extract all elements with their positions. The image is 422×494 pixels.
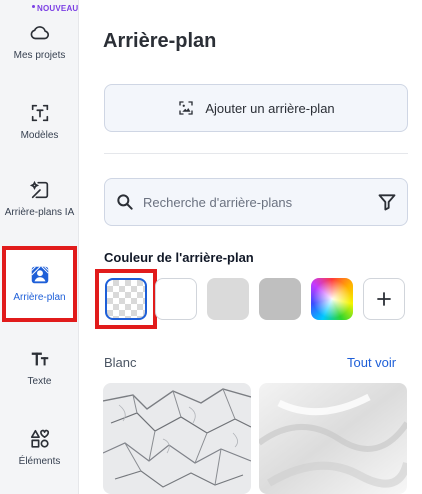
background-icon xyxy=(30,266,49,284)
swatch-gray[interactable] xyxy=(259,278,301,320)
app-window: NOUVEAU Mes projets Modèles Arrière-plan… xyxy=(0,0,422,494)
color-picker-swatch[interactable] xyxy=(311,278,353,320)
swatch-transparent[interactable] xyxy=(105,278,147,320)
add-color-button[interactable] xyxy=(363,278,405,320)
sidebar-item-background[interactable]: Arrière-plan xyxy=(2,246,77,322)
sidebar-item-label: Modèles xyxy=(20,130,59,141)
elements-icon xyxy=(30,429,49,448)
text-icon xyxy=(31,352,48,366)
ai-background-icon xyxy=(29,180,48,199)
sidebar-item-my-projects[interactable]: Mes projets xyxy=(0,22,79,61)
search-bar xyxy=(104,178,408,226)
sidebar-item-ai-backgrounds[interactable]: Arrière-plans IA xyxy=(0,179,79,218)
search-input[interactable] xyxy=(143,194,377,210)
filter-icon[interactable] xyxy=(377,192,397,212)
new-badge: NOUVEAU xyxy=(32,4,78,13)
see-all-link[interactable]: Tout voir xyxy=(347,355,396,370)
divider xyxy=(104,153,408,154)
sidebar-item-label: Éléments xyxy=(18,456,61,467)
background-thumbnail-cracked-white[interactable] xyxy=(103,383,251,494)
sidebar-item-label: Mes projets xyxy=(13,50,66,61)
sidebar-item-label: Texte xyxy=(27,376,52,387)
cloud-icon xyxy=(30,26,49,40)
panel-title: Arrière-plan xyxy=(103,30,217,52)
sidebar-item-label: Arrière-plan xyxy=(13,292,66,303)
template-icon xyxy=(31,104,48,122)
background-thumbnail-white-fabric[interactable] xyxy=(259,383,407,494)
sidebar-item-elements[interactable]: Éléments xyxy=(0,428,79,467)
background-color-heading: Couleur de l'arrière-plan xyxy=(104,250,254,265)
swatch-light-gray[interactable] xyxy=(207,278,249,320)
plus-icon xyxy=(377,292,391,306)
sidebar-item-text[interactable]: Texte xyxy=(0,348,79,387)
add-image-icon xyxy=(179,101,193,115)
cracked-texture-image xyxy=(103,383,251,494)
background-panel: Arrière-plan Ajouter un arrière-plan Cou… xyxy=(79,0,422,494)
add-background-button[interactable]: Ajouter un arrière-plan xyxy=(104,84,408,132)
new-badge-label: NOUVEAU xyxy=(37,4,79,13)
search-icon xyxy=(117,194,133,210)
swatch-white[interactable] xyxy=(155,278,197,320)
add-background-label: Ajouter un arrière-plan xyxy=(205,100,335,116)
color-swatches xyxy=(95,268,422,332)
white-section-heading: Blanc xyxy=(104,355,137,370)
sidebar: NOUVEAU Mes projets Modèles Arrière-plan… xyxy=(0,0,79,494)
sidebar-item-templates[interactable]: Modèles xyxy=(0,102,79,141)
sidebar-item-label: Arrière-plans IA xyxy=(4,207,75,218)
fabric-texture-image xyxy=(259,383,407,494)
